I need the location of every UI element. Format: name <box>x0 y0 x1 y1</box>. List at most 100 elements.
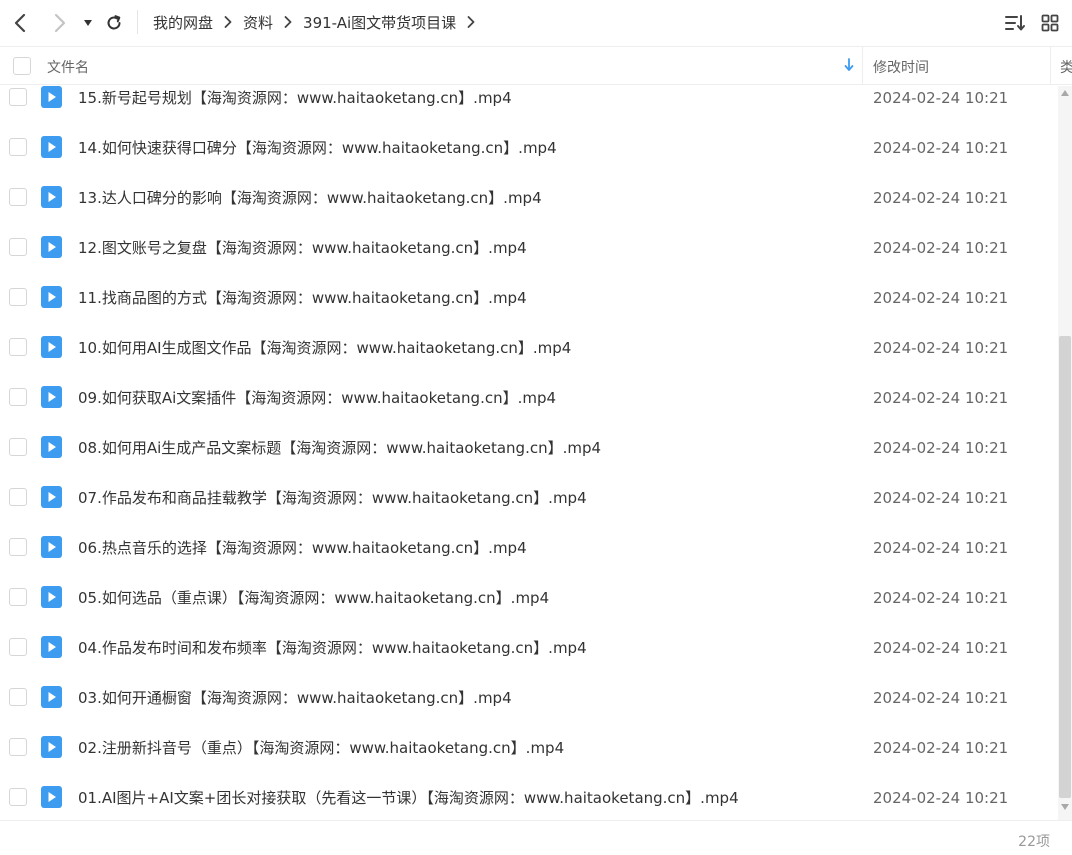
row-checkbox[interactable] <box>9 588 27 606</box>
row-checkbox[interactable] <box>9 338 27 356</box>
file-name: 09.如何获取Ai文案插件【海淘资源网：www.haitaoketang.cn】… <box>78 389 557 407</box>
video-file-icon <box>41 286 62 308</box>
file-name: 14.如何快速获得口碑分【海淘资源网：www.haitaoketang.cn】.… <box>78 139 557 157</box>
row-checkbox[interactable] <box>9 638 27 656</box>
breadcrumb-materials[interactable]: 资料 <box>243 12 273 33</box>
grid-view-button[interactable] <box>1038 11 1062 35</box>
list-header: 文件名 修改时间 类 <box>0 46 1072 85</box>
breadcrumb-chevron-icon[interactable] <box>467 16 475 28</box>
toolbar: 我的网盘 资料 391-Ai图文带货项目课 <box>0 0 1072 46</box>
row-checkbox[interactable] <box>9 688 27 706</box>
file-row[interactable]: 14.如何快速获得口碑分【海淘资源网：www.haitaoketang.cn】.… <box>0 136 1056 188</box>
video-file-icon <box>41 436 62 458</box>
file-modified-time: 2024-02-24 10:21 <box>873 439 1009 457</box>
file-modified-time: 2024-02-24 10:21 <box>873 289 1009 307</box>
row-checkbox[interactable] <box>9 188 27 206</box>
scroll-up-arrow-icon[interactable] <box>1060 89 1070 97</box>
file-modified-time: 2024-02-24 10:21 <box>873 339 1009 357</box>
file-list: 15.新号起号规划【海淘资源网：www.haitaoketang.cn】.mp4… <box>0 85 1056 820</box>
file-modified-time: 2024-02-24 10:21 <box>873 89 1009 107</box>
history-dropdown-button[interactable] <box>74 9 102 37</box>
file-modified-time: 2024-02-24 10:21 <box>873 689 1009 707</box>
file-modified-time: 2024-02-24 10:21 <box>873 639 1009 657</box>
row-checkbox[interactable] <box>9 138 27 156</box>
file-name: 15.新号起号规划【海淘资源网：www.haitaoketang.cn】.mp4 <box>78 89 512 107</box>
file-modified-time: 2024-02-24 10:21 <box>873 789 1009 807</box>
caret-down-icon <box>84 20 92 26</box>
file-row[interactable]: 05.如何选品（重点课）【海淘资源网：www.haitaoketang.cn】.… <box>0 586 1056 638</box>
row-checkbox[interactable] <box>9 488 27 506</box>
breadcrumb-chevron-icon <box>224 16 232 28</box>
sort-descending-icon[interactable] <box>843 58 855 72</box>
file-row[interactable]: 10.如何用AI生成图文作品【海淘资源网：www.haitaoketang.cn… <box>0 336 1056 388</box>
scroll-down-arrow-icon[interactable] <box>1060 803 1070 811</box>
chevron-left-icon <box>14 13 26 33</box>
toolbar-separator <box>137 10 138 34</box>
video-file-icon <box>41 186 62 208</box>
file-row[interactable]: 06.热点音乐的选择【海淘资源网：www.haitaoketang.cn】.mp… <box>0 536 1056 588</box>
column-header-modified[interactable]: 修改时间 <box>873 57 929 77</box>
file-modified-time: 2024-02-24 10:21 <box>873 589 1009 607</box>
breadcrumb-my-drive[interactable]: 我的网盘 <box>153 12 213 33</box>
back-button[interactable] <box>6 9 34 37</box>
file-row[interactable]: 01.AI图片+AI文案+团长对接获取（先看这一节课）【海淘资源网：www.ha… <box>0 786 1056 820</box>
file-row[interactable]: 12.图文账号之复盘【海淘资源网：www.haitaoketang.cn】.mp… <box>0 236 1056 288</box>
video-file-icon <box>41 236 62 258</box>
video-file-icon <box>41 736 62 758</box>
file-modified-time: 2024-02-24 10:21 <box>873 489 1009 507</box>
file-row[interactable]: 08.如何用Ai生成产品文案标题【海淘资源网：www.haitaoketang.… <box>0 436 1056 488</box>
chevron-right-icon <box>54 13 66 33</box>
breadcrumb-current-folder[interactable]: 391-Ai图文带货项目课 <box>303 12 456 33</box>
refresh-icon <box>107 15 121 30</box>
file-name: 03.如何开通橱窗【海淘资源网：www.haitaoketang.cn】.mp4 <box>78 689 512 707</box>
file-row[interactable]: 11.找商品图的方式【海淘资源网：www.haitaoketang.cn】.mp… <box>0 286 1056 338</box>
sort-button[interactable] <box>1003 11 1027 35</box>
column-header-name[interactable]: 文件名 <box>47 57 89 77</box>
row-checkbox[interactable] <box>9 88 27 106</box>
row-checkbox[interactable] <box>9 538 27 556</box>
file-modified-time: 2024-02-24 10:21 <box>873 189 1009 207</box>
file-modified-time: 2024-02-24 10:21 <box>873 739 1009 757</box>
file-row[interactable]: 07.作品发布和商品挂载教学【海淘资源网：www.haitaoketang.cn… <box>0 486 1056 538</box>
video-file-icon <box>41 536 62 558</box>
file-name: 13.达人口碑分的影响【海淘资源网：www.haitaoketang.cn】.m… <box>78 189 542 207</box>
file-row[interactable]: 04.作品发布时间和发布频率【海淘资源网：www.haitaoketang.cn… <box>0 636 1056 688</box>
row-checkbox[interactable] <box>9 788 27 806</box>
video-file-icon <box>41 136 62 158</box>
video-file-icon <box>41 86 62 108</box>
breadcrumb: 我的网盘 资料 391-Ai图文带货项目课 <box>153 11 486 33</box>
file-modified-time: 2024-02-24 10:21 <box>873 539 1009 557</box>
file-name: 01.AI图片+AI文案+团长对接获取（先看这一节课）【海淘资源网：www.ha… <box>78 789 739 807</box>
row-checkbox[interactable] <box>9 288 27 306</box>
row-checkbox[interactable] <box>9 388 27 406</box>
row-checkbox[interactable] <box>9 738 27 756</box>
file-row[interactable]: 09.如何获取Ai文案插件【海淘资源网：www.haitaoketang.cn】… <box>0 386 1056 438</box>
file-row[interactable]: 13.达人口碑分的影响【海淘资源网：www.haitaoketang.cn】.m… <box>0 186 1056 238</box>
item-count: 22项 <box>1018 834 1050 850</box>
row-checkbox[interactable] <box>9 438 27 456</box>
video-file-icon <box>41 636 62 658</box>
file-row[interactable]: 03.如何开通橱窗【海淘资源网：www.haitaoketang.cn】.mp4… <box>0 686 1056 738</box>
file-name: 07.作品发布和商品挂载教学【海淘资源网：www.haitaoketang.cn… <box>78 489 587 507</box>
file-name: 12.图文账号之复盘【海淘资源网：www.haitaoketang.cn】.mp… <box>78 239 527 257</box>
file-name: 06.热点音乐的选择【海淘资源网：www.haitaoketang.cn】.mp… <box>78 539 527 557</box>
refresh-button[interactable] <box>100 9 128 37</box>
file-name: 04.作品发布时间和发布频率【海淘资源网：www.haitaoketang.cn… <box>78 639 587 657</box>
forward-button[interactable] <box>46 9 74 37</box>
video-file-icon <box>41 786 62 808</box>
video-file-icon <box>41 486 62 508</box>
column-resize-handle[interactable] <box>862 47 863 85</box>
file-row[interactable]: 15.新号起号规划【海淘资源网：www.haitaoketang.cn】.mp4… <box>0 86 1056 138</box>
grid-view-icon <box>1041 14 1059 32</box>
file-name: 11.找商品图的方式【海淘资源网：www.haitaoketang.cn】.mp… <box>78 289 527 307</box>
scrollbar-thumb[interactable] <box>1059 336 1071 798</box>
row-checkbox[interactable] <box>9 238 27 256</box>
column-header-type[interactable]: 类 <box>1060 57 1072 77</box>
column-resize-handle[interactable] <box>1050 47 1051 85</box>
video-file-icon <box>41 336 62 358</box>
video-file-icon <box>41 586 62 608</box>
select-all-checkbox[interactable] <box>13 57 31 75</box>
file-name: 02.注册新抖音号（重点）【海淘资源网：www.haitaoketang.cn】… <box>78 739 565 757</box>
file-row[interactable]: 02.注册新抖音号（重点）【海淘资源网：www.haitaoketang.cn】… <box>0 736 1056 788</box>
video-file-icon <box>41 686 62 708</box>
